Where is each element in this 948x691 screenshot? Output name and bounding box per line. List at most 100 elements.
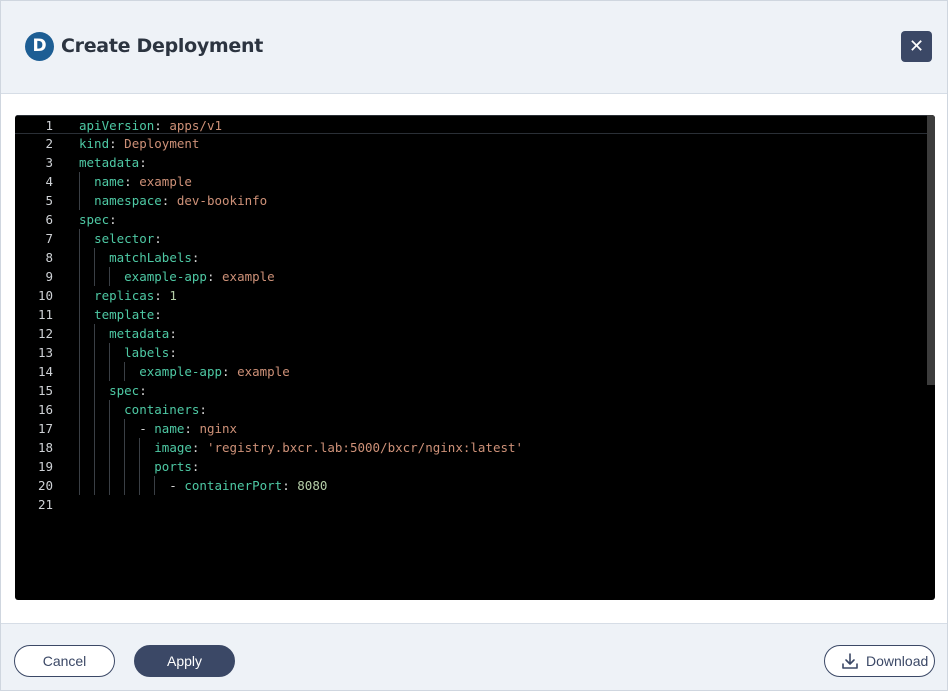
create-deployment-dialog: D Create Deployment ✕ 1 apiVersion: apps/…	[0, 0, 948, 691]
code-token: apps/v1	[169, 118, 223, 133]
code-line[interactable]: 14 example-app: example	[15, 362, 927, 381]
indent-guide	[109, 400, 111, 495]
code-line[interactable]: 21	[15, 495, 927, 514]
code-text: name: example	[79, 172, 192, 191]
dialog-header: D Create Deployment ✕	[1, 1, 947, 94]
line-number: 9	[45, 269, 53, 284]
code-text: selector:	[79, 229, 162, 248]
dialog-footer: Cancel Apply Download	[1, 623, 947, 690]
code-text: containers:	[79, 400, 207, 419]
code-token: containerPort	[184, 478, 283, 493]
code-line[interactable]: 17 - name: nginx	[15, 419, 927, 438]
code-text: - name: nginx	[79, 419, 237, 438]
indent-guide	[154, 476, 156, 495]
code-line[interactable]: 3 metadata:	[15, 153, 927, 172]
indent-guide	[124, 362, 126, 381]
indent-guide	[94, 248, 96, 286]
code-line[interactable]: 16 containers:	[15, 400, 927, 419]
code-token: Deployment	[124, 136, 200, 151]
code-line[interactable]: 2 kind: Deployment	[15, 134, 927, 153]
line-number: 13	[37, 345, 53, 360]
code-token: :	[154, 231, 162, 246]
code-token: spec	[79, 212, 110, 227]
code-token: :	[169, 345, 177, 360]
code-token: matchLabels	[109, 250, 192, 265]
code-line[interactable]: 10 replicas: 1	[15, 286, 927, 305]
code-token: :	[154, 307, 162, 322]
code-token: 1	[169, 288, 177, 303]
code-token: :	[191, 440, 207, 455]
code-token: namespace	[94, 193, 162, 208]
code-token: :	[154, 118, 170, 133]
code-text: namespace: dev-bookinfo	[79, 191, 267, 210]
code-token: 'registry.bxcr.lab:5000/bxcr/nginx:lates…	[206, 440, 524, 455]
code-token: selector	[94, 231, 155, 246]
code-token: :	[206, 269, 223, 284]
code-token: :	[161, 193, 177, 208]
cancel-button[interactable]: Cancel	[14, 645, 115, 677]
line-number: 12	[37, 326, 53, 341]
line-number: 11	[37, 307, 53, 322]
code-line[interactable]: 1 apiVersion: apps/v1	[15, 115, 927, 134]
indent-guide	[124, 419, 126, 495]
code-line[interactable]: 13 labels:	[15, 343, 927, 362]
download-icon	[842, 653, 858, 669]
code-token: replicas	[94, 288, 155, 303]
code-token: example	[237, 364, 290, 379]
code-text: apiVersion: apps/v1	[79, 116, 222, 135]
code-token: :	[199, 402, 207, 417]
close-button[interactable]: ✕	[901, 31, 932, 62]
close-icon: ✕	[908, 36, 925, 56]
code-token: :	[139, 383, 147, 398]
code-token: :	[191, 250, 200, 265]
editor-scrollbar[interactable]	[927, 115, 935, 385]
code-line[interactable]: 19 ports:	[15, 457, 927, 476]
code-line[interactable]: 11 template:	[15, 305, 927, 324]
code-line[interactable]: 5 namespace: dev-bookinfo	[15, 191, 927, 210]
deployment-badge-icon: D	[25, 32, 54, 61]
code-token: :	[139, 155, 147, 170]
code-token: example-app	[139, 364, 223, 379]
yaml-code-editor[interactable]: 1 apiVersion: apps/v1 2 kind: Deployment 3 me…	[15, 115, 935, 600]
line-number: 5	[45, 193, 53, 208]
code-token: spec	[109, 383, 140, 398]
code-line[interactable]: 15 spec:	[15, 381, 927, 400]
code-line[interactable]: 20 - containerPort: 8080	[15, 476, 927, 495]
indent-guide	[94, 324, 96, 495]
code-token: name	[154, 421, 185, 436]
code-line[interactable]: 9 example-app: example	[15, 267, 927, 286]
code-token: :	[169, 326, 177, 341]
code-token: dev-bookinfo	[176, 193, 268, 208]
code-text: metadata:	[79, 153, 147, 172]
code-line[interactable]: 18 image: 'registry.bxcr.lab:5000/bxcr/n…	[15, 438, 927, 457]
download-button[interactable]: Download	[824, 645, 935, 677]
indent-guide	[139, 438, 141, 495]
indent-guide	[109, 343, 111, 381]
code-text: spec:	[79, 381, 147, 400]
code-token: apiVersion	[79, 118, 155, 133]
code-line[interactable]: 4 name: example	[15, 172, 927, 191]
code-line[interactable]: 12 metadata:	[15, 324, 927, 343]
code-token: :	[109, 212, 117, 227]
apply-button[interactable]: Apply	[134, 645, 235, 677]
code-token: :	[191, 459, 200, 474]
line-number: 14	[37, 364, 53, 379]
code-token: image	[154, 440, 192, 455]
code-line[interactable]: 8 matchLabels:	[15, 248, 927, 267]
code-token: :	[282, 478, 298, 493]
dialog-title: Create Deployment	[61, 35, 264, 57]
code-line[interactable]: 6 spec:	[15, 210, 927, 229]
code-token: labels	[124, 345, 170, 360]
code-line[interactable]: 7 selector:	[15, 229, 927, 248]
code-token: nginx	[199, 421, 238, 436]
code-token: template	[94, 307, 155, 322]
